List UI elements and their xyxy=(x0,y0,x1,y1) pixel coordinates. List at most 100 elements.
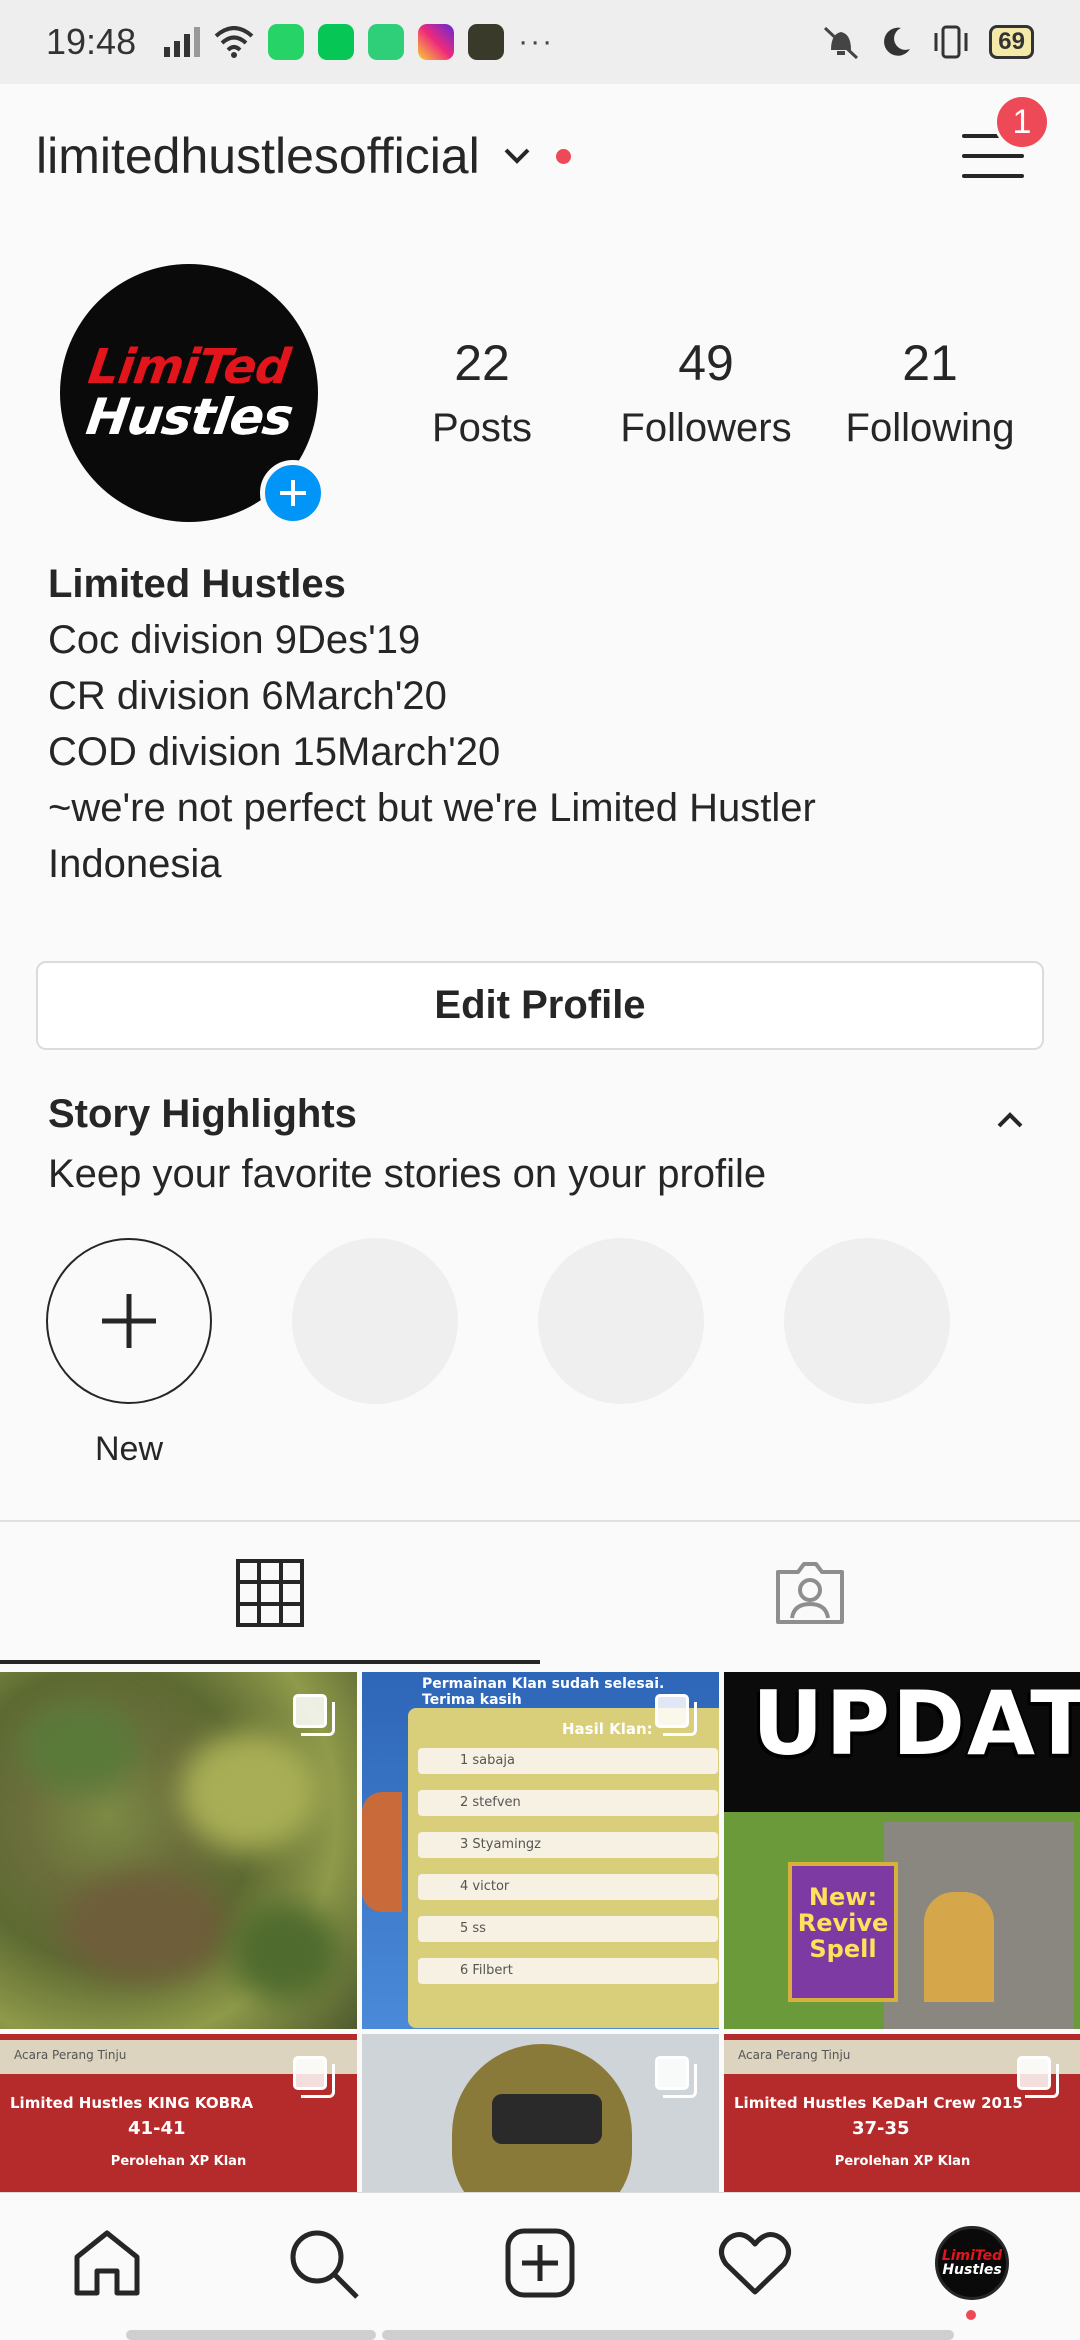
profile-avatar-icon: LimiTed Hustles xyxy=(935,2226,1009,2300)
post-thumbnail[interactable]: Acara Perang Tinju Limited Hustles KING … xyxy=(0,2034,357,2192)
followers-count: 49 xyxy=(678,335,734,391)
avatar-logo-bottom: Hustles xyxy=(942,2261,1002,2278)
post-text-row: 4 victor xyxy=(418,1874,718,1900)
plus-icon xyxy=(280,480,306,506)
chevron-up-icon[interactable] xyxy=(990,1100,1030,1140)
post-text: Perolehan XP Klan xyxy=(834,2154,971,2169)
profile-bio: Limited Hustles Coc division 9Des'19 CR … xyxy=(48,556,1048,892)
status-time: 19:48 xyxy=(46,21,137,62)
active-tab-indicator xyxy=(0,1660,540,1664)
profile-notification-dot xyxy=(966,2310,976,2320)
post-text-row: 1 sabaja xyxy=(418,1748,718,1774)
followers-label: Followers xyxy=(620,406,792,450)
new-highlight-button[interactable] xyxy=(46,1238,212,1404)
post-thumbnail[interactable]: Permainan Klan sudah selesai. Terima kas… xyxy=(362,1672,719,2029)
vibrate-off-icon xyxy=(824,26,859,60)
account-switcher-username[interactable]: limitedhustlesofficial xyxy=(36,127,480,185)
call-of-duty-icon xyxy=(468,24,505,60)
line-icon xyxy=(318,24,355,60)
display-name: Limited Hustles xyxy=(48,562,346,606)
profile-avatar-container[interactable]: LimiTed Hustles xyxy=(60,264,326,526)
bio-line: COD division 15March'20 xyxy=(48,730,501,774)
post-text: New: Revive Spell xyxy=(788,1862,898,2002)
bio-line: Indonesia xyxy=(48,842,222,886)
whatsapp-icon xyxy=(268,24,305,60)
nav-home[interactable] xyxy=(67,2223,147,2303)
home-icon xyxy=(74,2230,140,2296)
following-stat[interactable]: 21 Following xyxy=(830,334,1030,451)
wifi-icon xyxy=(214,26,254,58)
nav-profile[interactable]: LimiTed Hustles xyxy=(932,2223,1012,2303)
tagged-person-icon xyxy=(776,1562,844,1624)
notification-dot xyxy=(555,148,571,164)
following-label: Following xyxy=(845,406,1015,450)
grid-icon xyxy=(236,1559,304,1627)
post-text-row: 6 Filbert xyxy=(418,1958,718,1984)
search-icon xyxy=(290,2230,359,2299)
system-gesture-bar xyxy=(382,2330,954,2340)
status-right: 69 xyxy=(821,24,1034,60)
highlight-placeholder xyxy=(538,1238,704,1404)
avatar-logo-top: LimiTed xyxy=(941,2247,1003,2264)
chevron-down-icon[interactable] xyxy=(502,141,532,171)
add-story-button[interactable] xyxy=(260,460,326,526)
multiple-photos-icon xyxy=(293,2056,335,2098)
nav-search[interactable] xyxy=(283,2223,363,2303)
post-text: Hasil Klan: xyxy=(562,1720,653,1738)
highlight-placeholder xyxy=(784,1238,950,1404)
story-highlights-title: Story Highlights xyxy=(48,1092,357,1136)
posts-count: 22 xyxy=(454,335,510,391)
status-left: 19:48 ··· xyxy=(46,21,554,63)
sync-app-icon xyxy=(368,24,405,60)
blur-shape xyxy=(20,1702,140,1792)
logo-text-top: LimiTed xyxy=(85,339,293,395)
menu-line-icon xyxy=(962,174,1024,178)
bio-line: Coc division 9Des'19 xyxy=(48,618,421,662)
post-text: 41-41 xyxy=(128,2118,186,2139)
blur-shape xyxy=(230,1902,340,2002)
plus-icon xyxy=(102,1294,156,1348)
heart-icon xyxy=(719,2232,791,2295)
status-bar: 19:48 ··· 69 xyxy=(0,0,1080,84)
tab-tagged[interactable] xyxy=(540,1522,1080,1664)
menu-notification-badge: 1 xyxy=(994,94,1050,150)
blur-shape xyxy=(60,1872,230,1982)
logo-text-bottom: Hustles xyxy=(82,388,296,446)
bottom-navigation: LimiTed Hustles xyxy=(0,2192,1080,2340)
system-gesture-bar xyxy=(126,2330,376,2340)
nav-activity[interactable] xyxy=(715,2223,795,2303)
post-text: UPDAT xyxy=(752,1672,1080,1775)
highlight-placeholder xyxy=(292,1238,458,1404)
profile-stats: 22 Posts 49 Followers 21 Following xyxy=(400,334,1060,451)
tab-posts-grid[interactable] xyxy=(0,1522,540,1664)
multiple-photos-icon xyxy=(1017,2056,1059,2098)
post-text-row: 2 stefven xyxy=(418,1790,718,1816)
followers-stat[interactable]: 49 Followers xyxy=(606,334,806,451)
more-notifications-icon: ··· xyxy=(518,25,555,58)
nav-create[interactable] xyxy=(500,2223,580,2303)
post-thumbnail[interactable]: Acara Perang Tinju Limited Hustles KeDaH… xyxy=(724,2034,1080,2192)
battery-indicator: 69 xyxy=(989,25,1034,59)
posts-grid: Permainan Klan sudah selesai. Terima kas… xyxy=(0,1672,1080,2192)
post-thumbnail[interactable] xyxy=(362,2034,719,2192)
blur-shape xyxy=(180,1732,320,1852)
signal-icon xyxy=(164,27,201,57)
character-figure xyxy=(362,1792,402,1912)
vibrate-icon xyxy=(934,25,968,59)
post-text-row: 5 ss xyxy=(418,1916,718,1942)
new-highlight-label: New xyxy=(94,1430,164,1468)
multiple-photos-icon xyxy=(655,1694,697,1736)
multiple-photos-icon xyxy=(655,2056,697,2098)
following-count: 21 xyxy=(902,335,958,391)
posts-stat[interactable]: 22 Posts xyxy=(400,334,564,451)
post-text-row: 3 Styamingz xyxy=(418,1832,718,1858)
post-thumbnail[interactable]: UPDAT New: Revive Spell xyxy=(724,1672,1080,2029)
bio-line: ~we're not perfect but we're Limited Hus… xyxy=(48,786,816,830)
moon-icon xyxy=(884,27,911,56)
soldier-visor xyxy=(492,2094,602,2144)
post-thumbnail[interactable] xyxy=(0,1672,357,2029)
instagram-icon xyxy=(418,24,455,60)
posts-label: Posts xyxy=(431,406,533,450)
edit-profile-button[interactable]: Edit Profile xyxy=(36,961,1044,1050)
menu-line-icon xyxy=(962,154,1024,158)
